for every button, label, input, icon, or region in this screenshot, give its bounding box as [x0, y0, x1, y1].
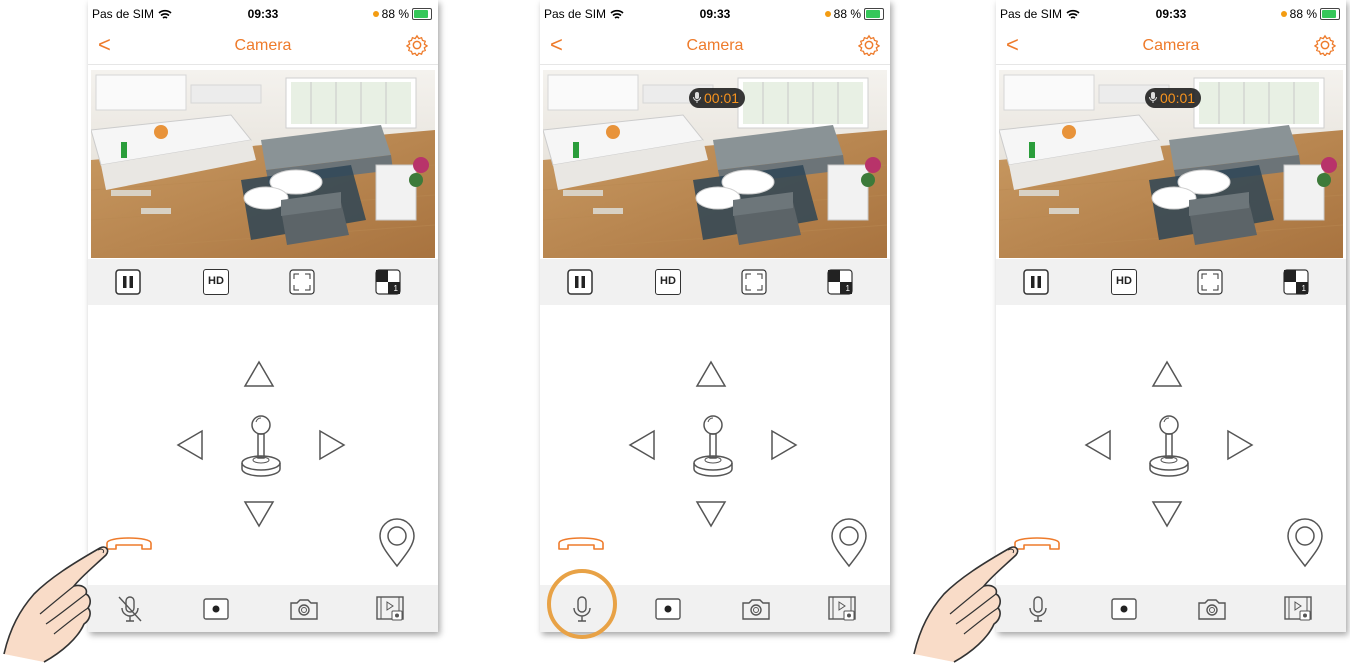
microphone-icon — [693, 92, 701, 103]
split-view-icon[interactable]: 1 — [1283, 269, 1309, 295]
video-toolbar: HD 1 — [540, 259, 890, 305]
pointing-hand-icon — [913, 546, 1019, 663]
snapshot-camera-icon[interactable] — [740, 593, 772, 625]
joystick-icon[interactable] — [1146, 413, 1192, 481]
nav-bar: < Camera — [540, 28, 890, 65]
snapshot-camera-icon[interactable] — [1196, 593, 1228, 625]
battery-percent: 88 % — [381, 7, 409, 21]
fullscreen-icon[interactable] — [289, 269, 315, 295]
hd-icon[interactable]: HD — [203, 269, 229, 295]
arrow-down-icon[interactable] — [695, 500, 727, 528]
arrow-left-icon[interactable] — [1084, 429, 1112, 461]
video-toolbar: HD 1 — [88, 259, 438, 305]
pause-icon[interactable] — [115, 269, 141, 295]
arrow-left-icon[interactable] — [176, 429, 204, 461]
status-bar: Pas de SIM 09:33 88 % — [996, 0, 1346, 28]
video-toolbar: HD 1 — [996, 259, 1346, 305]
camera-feed[interactable] — [91, 70, 435, 258]
settings-gear-icon[interactable] — [406, 34, 428, 56]
location-pin-icon[interactable] — [378, 518, 416, 568]
recording-badge: 00:01 — [689, 88, 746, 108]
playback-gallery-icon[interactable] — [826, 593, 858, 625]
split-view-icon[interactable]: 1 — [375, 269, 401, 295]
record-icon[interactable] — [200, 593, 232, 625]
battery-indicator-dot — [1280, 11, 1287, 17]
camera-feed[interactable]: 00:01 — [543, 70, 887, 258]
snapshot-camera-icon[interactable] — [288, 593, 320, 625]
joystick-icon[interactable] — [690, 413, 736, 481]
arrow-down-icon[interactable] — [243, 500, 275, 528]
status-bar: Pas de SIM 09:33 88 % — [88, 0, 438, 28]
fullscreen-icon[interactable] — [741, 269, 767, 295]
battery-icon — [1320, 8, 1340, 20]
arrow-up-icon[interactable] — [243, 360, 275, 388]
record-icon[interactable] — [1108, 593, 1140, 625]
status-bar: Pas de SIM 09:33 88 % — [540, 0, 890, 28]
microphone-icon — [1149, 92, 1157, 103]
split-view-count: 1 — [393, 284, 398, 293]
arrow-down-icon[interactable] — [1151, 500, 1183, 528]
arrow-left-icon[interactable] — [628, 429, 656, 461]
settings-gear-icon[interactable] — [858, 34, 880, 56]
hd-icon[interactable]: HD — [655, 269, 681, 295]
battery-percent: 88 % — [1289, 7, 1317, 21]
bottom-bar — [88, 585, 438, 632]
record-icon[interactable] — [652, 593, 684, 625]
fullscreen-icon[interactable] — [1197, 269, 1223, 295]
battery-indicator-dot — [372, 11, 379, 17]
recording-badge: 00:01 — [1145, 88, 1202, 108]
playback-gallery-icon[interactable] — [374, 593, 406, 625]
page-title: Camera — [1142, 37, 1200, 54]
arrow-right-icon[interactable] — [770, 429, 798, 461]
recording-timer: 00:01 — [704, 90, 740, 106]
split-view-count: 1 — [845, 284, 850, 293]
app-screen-2: Pas de SIM 09:33 88 % < Camera 00:01 HD … — [540, 0, 890, 632]
arrow-right-icon[interactable] — [1226, 429, 1254, 461]
app-screen-3: Pas de SIM 09:33 88 % < Camera 00:01 HD … — [996, 0, 1346, 632]
battery-indicator-dot — [824, 11, 831, 17]
location-pin-icon[interactable] — [1286, 518, 1324, 568]
split-view-icon[interactable]: 1 — [827, 269, 853, 295]
page-title: Camera — [686, 37, 744, 54]
microphone-highlight-ring — [547, 569, 617, 639]
phone-call-icon[interactable] — [556, 537, 606, 551]
app-screen-1: Pas de SIM 09:33 88 % < Camera HD 1 — [88, 0, 438, 632]
settings-gear-icon[interactable] — [1314, 34, 1336, 56]
nav-bar: < Camera — [996, 28, 1346, 65]
pointing-hand-icon — [3, 546, 109, 663]
playback-gallery-icon[interactable] — [1282, 593, 1314, 625]
location-pin-icon[interactable] — [830, 518, 868, 568]
arrow-up-icon[interactable] — [1151, 360, 1183, 388]
battery-icon — [412, 8, 432, 20]
battery-percent: 88 % — [833, 7, 861, 21]
joystick-icon[interactable] — [238, 413, 284, 481]
camera-feed[interactable]: 00:01 — [999, 70, 1343, 258]
pause-icon[interactable] — [567, 269, 593, 295]
page-title: Camera — [234, 37, 292, 54]
bottom-bar — [996, 585, 1346, 632]
arrow-right-icon[interactable] — [318, 429, 346, 461]
split-view-count: 1 — [1301, 284, 1306, 293]
hd-icon[interactable]: HD — [1111, 269, 1137, 295]
pause-icon[interactable] — [1023, 269, 1049, 295]
nav-bar: < Camera — [88, 28, 438, 65]
battery-icon — [864, 8, 884, 20]
arrow-up-icon[interactable] — [695, 360, 727, 388]
recording-timer: 00:01 — [1160, 90, 1196, 106]
